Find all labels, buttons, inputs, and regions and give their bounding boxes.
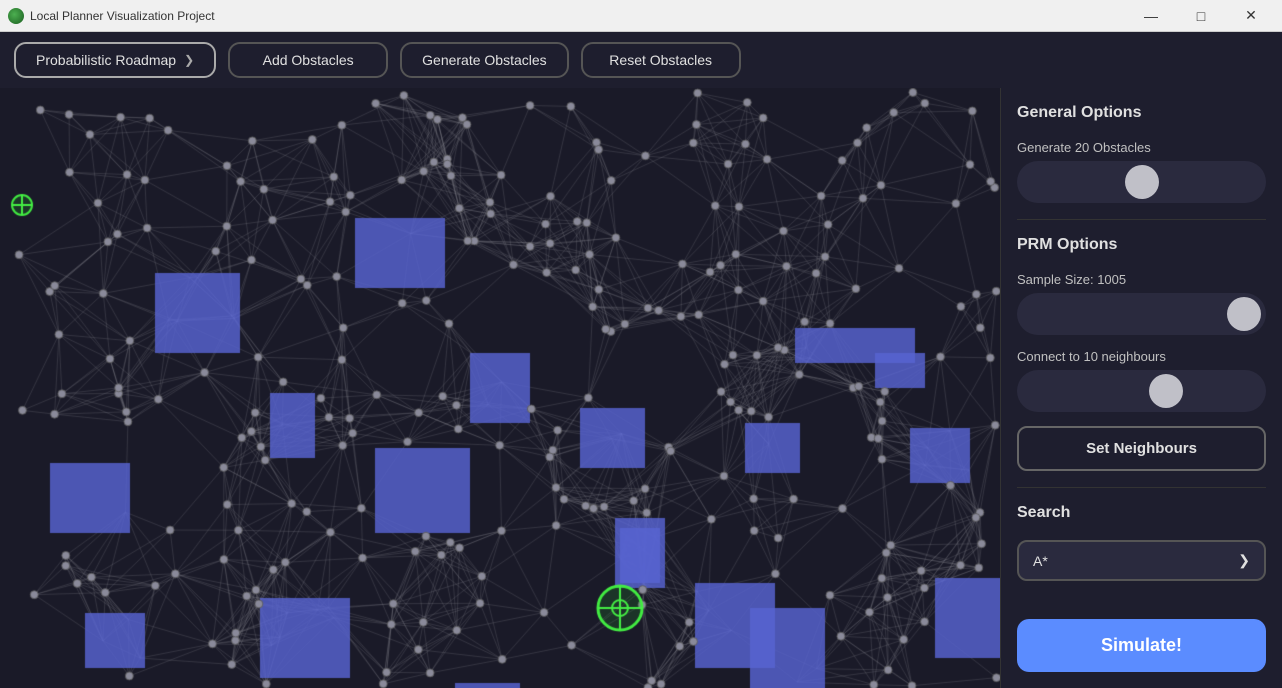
canvas-area[interactable] xyxy=(0,88,1000,688)
titlebar: Local Planner Visualization Project — □ … xyxy=(0,0,1282,32)
algorithm-label: Probabilistic Roadmap xyxy=(36,52,176,68)
content-area: General Options Generate 20 Obstacles PR… xyxy=(0,88,1282,688)
search-dropdown-arrow: ❯ xyxy=(1238,552,1250,569)
app-title: Local Planner Visualization Project xyxy=(30,9,1128,23)
app-container: Probabilistic Roadmap ❯ Add Obstacles Ge… xyxy=(0,32,1282,688)
sample-size-toggle[interactable] xyxy=(1017,293,1266,335)
reset-obstacles-label: Reset Obstacles xyxy=(609,52,712,68)
connect-neighbours-label: Connect to 10 neighbours xyxy=(1017,349,1266,364)
app-icon xyxy=(8,8,24,24)
set-neighbours-button[interactable]: Set Neighbours xyxy=(1017,426,1266,471)
generate-obstacles-label: Generate Obstacles xyxy=(422,52,547,68)
connect-neighbours-toggle[interactable] xyxy=(1017,370,1266,412)
window-controls: — □ ✕ xyxy=(1128,0,1274,32)
simulate-button[interactable]: Simulate! xyxy=(1017,619,1266,672)
roadmap-canvas[interactable] xyxy=(0,88,1000,688)
toggle-knob-sample xyxy=(1227,297,1261,331)
add-obstacles-label: Add Obstacles xyxy=(263,52,354,68)
sample-size-option: Sample Size: 1005 xyxy=(1017,272,1266,335)
generate-obstacles-toggle[interactable] xyxy=(1017,161,1266,203)
generate-obstacles-option: Generate 20 Obstacles xyxy=(1017,140,1266,203)
close-button[interactable]: ✕ xyxy=(1228,0,1274,32)
sidebar: General Options Generate 20 Obstacles PR… xyxy=(1000,88,1282,688)
search-dropdown[interactable]: A* ❯ xyxy=(1017,540,1266,581)
reset-obstacles-button[interactable]: Reset Obstacles xyxy=(581,42,741,78)
divider-2 xyxy=(1017,487,1266,488)
add-obstacles-button[interactable]: Add Obstacles xyxy=(228,42,388,78)
maximize-button[interactable]: □ xyxy=(1178,0,1224,32)
divider-1 xyxy=(1017,219,1266,220)
prm-options-title: PRM Options xyxy=(1017,236,1266,254)
search-section: Search xyxy=(1017,504,1266,526)
toggle-knob-neighbours xyxy=(1149,374,1183,408)
generate-obstacles-button[interactable]: Generate Obstacles xyxy=(400,42,569,78)
general-options-section: General Options xyxy=(1017,104,1266,126)
toolbar: Probabilistic Roadmap ❯ Add Obstacles Ge… xyxy=(0,32,1282,88)
search-title: Search xyxy=(1017,504,1266,522)
algorithm-dropdown-arrow: ❯ xyxy=(184,53,194,67)
generate-obstacles-label: Generate 20 Obstacles xyxy=(1017,140,1266,155)
general-options-title: General Options xyxy=(1017,104,1266,122)
minimize-button[interactable]: — xyxy=(1128,0,1174,32)
connect-neighbours-option: Connect to 10 neighbours xyxy=(1017,349,1266,412)
sample-size-label: Sample Size: 1005 xyxy=(1017,272,1266,287)
search-value: A* xyxy=(1033,553,1048,569)
toggle-knob-generate xyxy=(1125,165,1159,199)
algorithm-select-button[interactable]: Probabilistic Roadmap ❯ xyxy=(14,42,216,78)
prm-options-section: PRM Options xyxy=(1017,236,1266,258)
